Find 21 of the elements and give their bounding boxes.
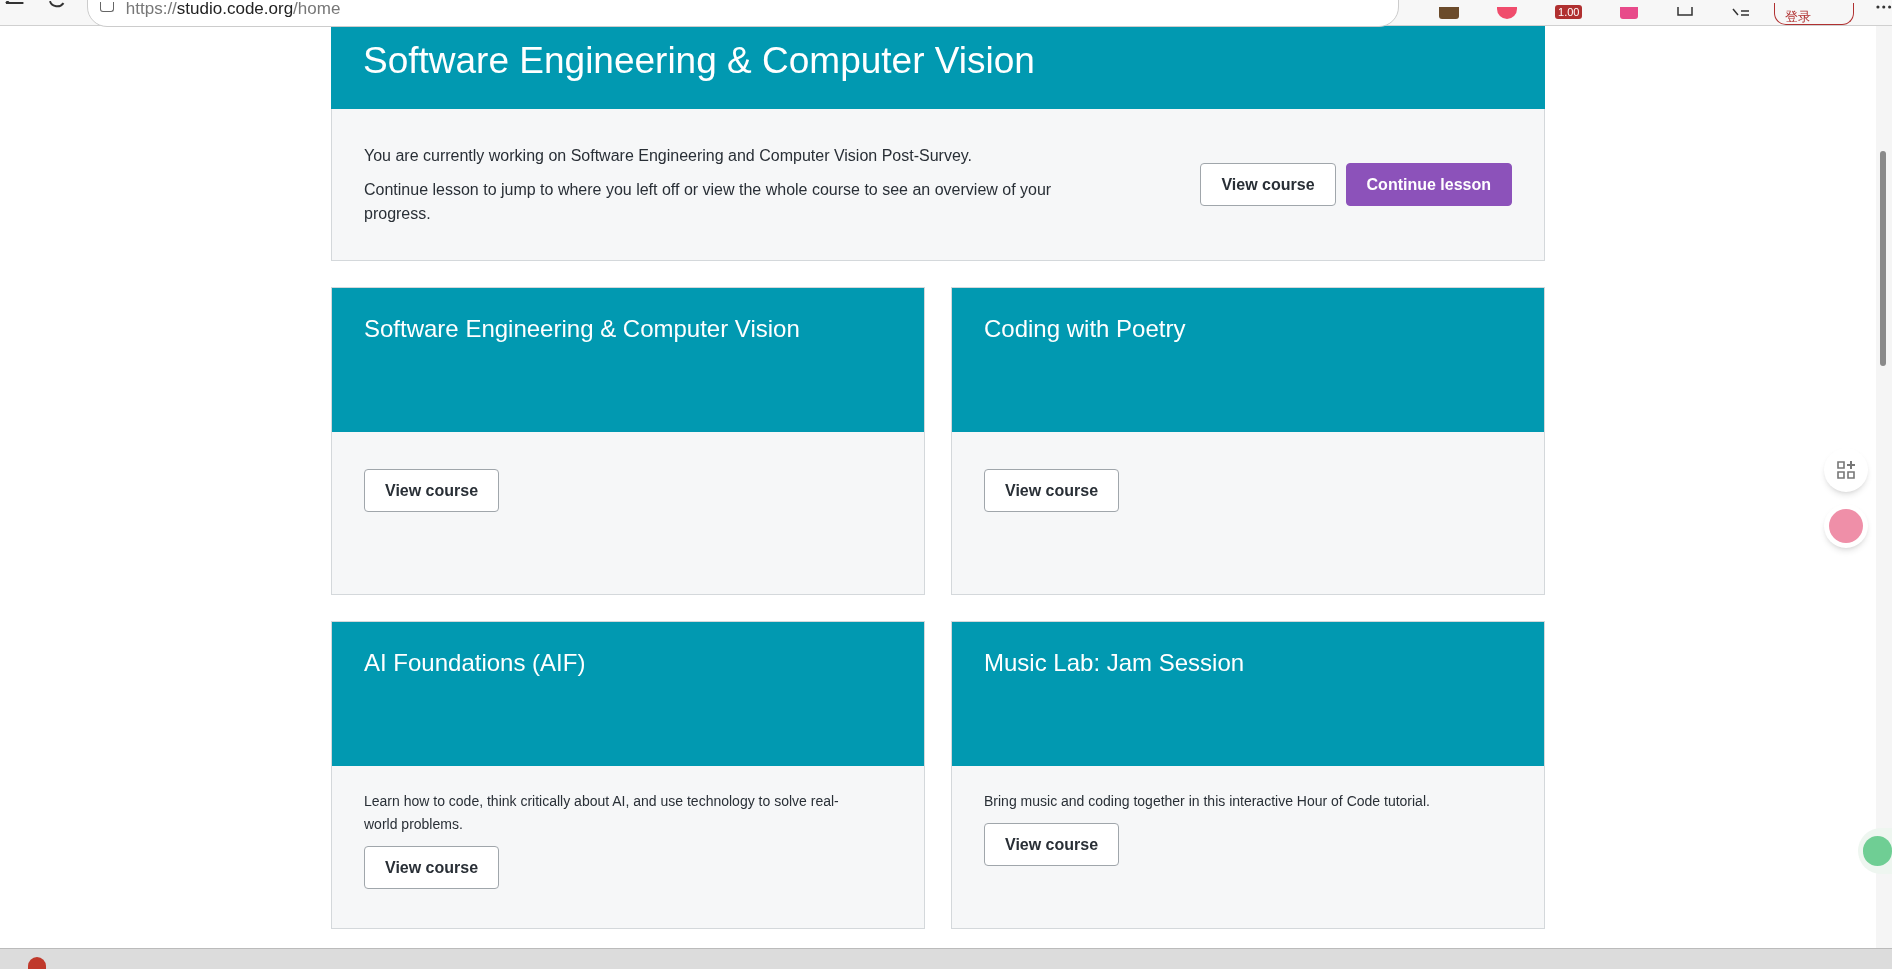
url-text: https://studio.code.org/home <box>125 0 341 18</box>
address-bar[interactable]: https://studio.code.org/home <box>86 0 1399 27</box>
continue-button[interactable]: Continue lesson <box>1345 163 1512 206</box>
view-course-button[interactable]: View course <box>364 846 500 889</box>
view-course-button[interactable]: View course <box>364 469 500 512</box>
apps-icon[interactable] <box>1824 448 1868 492</box>
course-title: Music Lab: Jam Session <box>984 648 1246 678</box>
course-description: Learn how to code, think critically about AI, and use technology to solve real-world problems. <box>364 792 840 834</box>
course-title: Coding with Poetry <box>984 314 1187 344</box>
view-course-button[interactable]: View course <box>984 469 1120 512</box>
course-description: Bring music and coding together in this interactive Hour of Code tutorial. <box>984 792 1431 811</box>
extension-badge[interactable]: 1.00 <box>1555 5 1583 19</box>
login-button[interactable]: 登录 <box>1774 3 1855 25</box>
view-course-button[interactable]: View course <box>1200 163 1336 206</box>
course-title: AI Foundations (AIF) <box>364 648 587 678</box>
course-title: Software Engineering & Computer Vision <box>364 314 801 344</box>
more-icon[interactable] <box>1876 5 1892 9</box>
view-course-button[interactable]: View course <box>984 823 1120 866</box>
hero-text: You are currently working on Software Engineering and Computer Vision Post-Survey. <box>364 145 974 166</box>
hero-title: Software Engineering & Computer Vision <box>363 41 1035 81</box>
hero-text: Continue lesson to jump to where you left off or view the whole course to see an overview of your progress. <box>364 179 1053 224</box>
